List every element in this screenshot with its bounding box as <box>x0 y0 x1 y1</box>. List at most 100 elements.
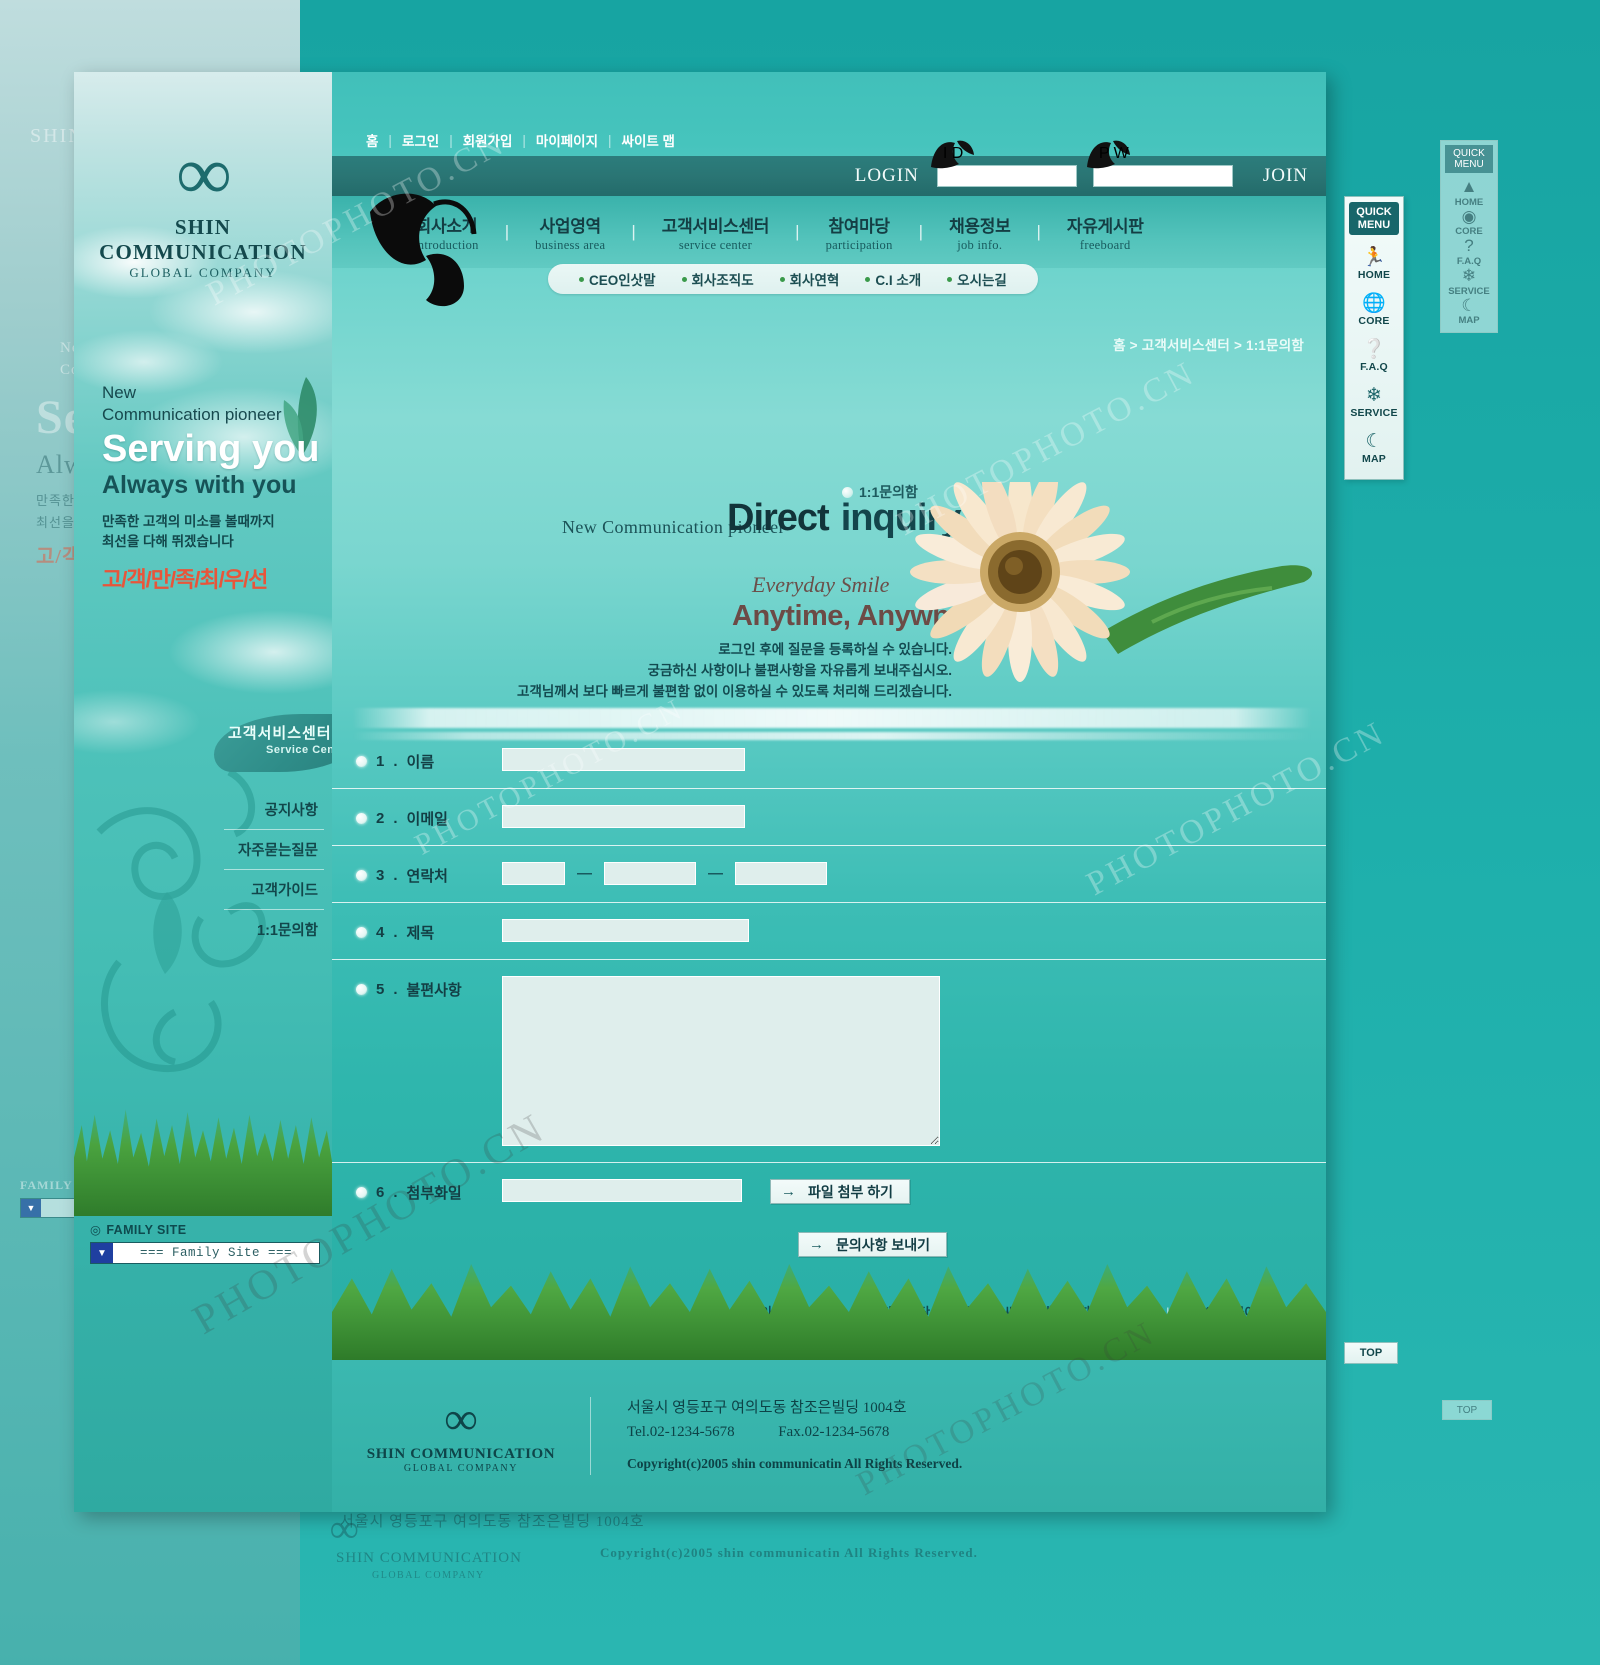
nav-divider-5: | <box>1036 222 1041 241</box>
sub-nav-item-org[interactable]: 회사조직도 <box>669 269 767 289</box>
backdrop-quick-icon-2: ? <box>1464 236 1474 256</box>
sub-nav: CEO인삿말 회사조직도 회사연혁 C.I 소개 오시는길 <box>548 264 1038 294</box>
quick-menu-item-core[interactable]: 🌐 CORE <box>1345 287 1403 333</box>
footer-logo: ∞ SHIN COMMUNICATION GLOBAL COMPANY <box>332 1393 590 1474</box>
sidebar-promo: New Communication pioneer Serving you Al… <box>102 382 332 594</box>
family-site-select[interactable]: ▼ === Family Site === <box>90 1242 320 1264</box>
inquiry-form: 1. 이름 2. 이메일 3. 연락처 ― ― 4 . 제목 5 . 불편사항 … <box>332 732 1326 1257</box>
form-label-phone: 3. 연락처 <box>356 862 502 886</box>
quick-menu-item-faq[interactable]: ❔ F.A.Q <box>1345 333 1403 379</box>
nav-item-service-center[interactable]: 고객서비스센터 service center <box>661 212 770 253</box>
chevron-down-icon[interactable]: ▼ <box>91 1243 113 1263</box>
subject-input[interactable] <box>502 919 749 942</box>
left-sidebar: ∞ SHIN COMMUNICATION GLOBAL COMPANY New … <box>74 72 359 1512</box>
bullet-dot-icon <box>865 276 871 282</box>
util-nav-join[interactable]: 회원가입 <box>453 130 523 150</box>
question-mark-icon: ❔ <box>1362 339 1386 361</box>
sub-nav-item-ci[interactable]: C.I 소개 <box>852 269 934 289</box>
footer-contact-row: Tel.02-1234-5678 Fax.02-1234-5678 <box>627 1421 962 1444</box>
scroll-to-top-button[interactable]: TOP <box>1344 1342 1398 1364</box>
form-label-attachment-num: 6 <box>376 1184 385 1201</box>
sidebar-item-inquiry[interactable]: 1:1문의함 <box>224 910 324 949</box>
nav-item-freeboard[interactable]: 자유게시판 freeboard <box>1067 212 1144 253</box>
phone-input-group: ― ― <box>502 862 827 885</box>
form-label-name-text: 이름 <box>406 754 435 771</box>
backdrop-quick-icon-3: ❄ <box>1461 266 1477 286</box>
nav-divider-4: | <box>918 222 924 241</box>
nav-item-business-area-en: business area <box>535 237 606 252</box>
form-label-phone-text: 연락처 <box>406 868 448 885</box>
name-input[interactable] <box>502 748 745 771</box>
message-textarea[interactable] <box>502 976 940 1146</box>
nav-item-introduction-en: introduction <box>414 237 479 252</box>
phone-part3-input[interactable] <box>735 862 827 885</box>
hero-divider-1 <box>352 708 1312 728</box>
quick-menu-item-map[interactable]: ☾ MAP <box>1345 425 1403 471</box>
footer-info: 서울시 영등포구 여의도동 참조은빌딩 1004호 Tel.02-1234-56… <box>590 1397 962 1475</box>
bullet-sphere-icon <box>356 756 367 767</box>
util-nav-mypage[interactable]: 마이페이지 <box>526 130 608 150</box>
login-id-input[interactable] <box>936 165 1077 187</box>
nav-item-freeboard-ko: 자유게시판 <box>1066 216 1144 236</box>
form-label-message-text: 불편사항 <box>406 982 462 999</box>
quick-menu-item-service[interactable]: ❄ SERVICE <box>1345 379 1403 425</box>
grass-decoration-footer <box>332 1264 1326 1360</box>
moon-icon: ☾ <box>1365 431 1383 453</box>
footer-address: 서울시 영등포구 여의도동 참조은빌딩 1004호 <box>627 1400 907 1417</box>
phone-part1-input[interactable] <box>502 862 565 885</box>
login-pw-tag: P W <box>1098 145 1129 162</box>
backdrop-footer-company-sub: GLOBAL COMPANY <box>372 1570 485 1581</box>
quick-menu: QUICK MENU 🏃 HOME 🌐 CORE ❔ F.A.Q ❄ SERVI… <box>1344 196 1404 481</box>
nav-item-job-info[interactable]: 채용정보 job info. <box>949 212 1011 253</box>
promo-headline: Serving you <box>102 427 320 470</box>
nav-divider-1: | <box>504 222 510 241</box>
nav-item-business-area-ko: 사업영역 <box>539 216 602 236</box>
family-site-title-row: ◎ FAMILY SITE <box>90 1222 320 1238</box>
nav-item-service-center-ko: 고객서비스센터 <box>661 216 770 236</box>
form-label-message: 5. 불편사항 <box>356 976 502 1000</box>
backdrop-footer-address: 서울시 영등포구 여의도동 참조은빌딩 1004호 <box>340 1514 645 1530</box>
bullet-dot-icon <box>579 276 584 282</box>
email-input[interactable] <box>502 805 745 828</box>
form-label-email: 2. 이메일 <box>356 805 502 829</box>
form-label-subject-num: 4 <box>376 924 385 941</box>
arrow-right-icon: → <box>809 1236 824 1253</box>
submit-inquiry-button[interactable]: → 문의사항 보내기 <box>798 1232 948 1257</box>
join-button[interactable]: JOIN <box>1263 165 1308 187</box>
sidebar-section-title-ko: 고객서비스센터 <box>228 725 332 742</box>
quick-menu-header-line2: MENU <box>1357 218 1391 231</box>
site-logo[interactable]: ∞ SHIN COMMUNICATION GLOBAL COMPANY <box>74 136 332 281</box>
quick-menu-header: QUICK MENU <box>1349 202 1399 236</box>
sidebar-item-guide[interactable]: 고객가이드 <box>224 870 324 910</box>
family-site-title: FAMILY SITE <box>106 1222 187 1237</box>
promo-slogan: 고/객/만/족/최/우/선 <box>102 566 268 592</box>
form-label-subject-text: 제목 <box>406 925 435 942</box>
bullet-icon: ◎ <box>90 1223 102 1237</box>
form-label-message-num: 5 <box>376 981 385 998</box>
globe-icon: 🌐 <box>1362 293 1386 315</box>
form-row-phone: 3. 연락처 ― ― <box>332 846 1326 903</box>
attachment-path-input[interactable] <box>502 1179 742 1202</box>
sub-nav-item-directions[interactable]: 오시는길 <box>934 269 1020 289</box>
nav-item-business-area[interactable]: 사업영역 business area <box>535 212 605 253</box>
nav-item-job-info-en: job info. <box>957 237 1003 252</box>
sub-nav-item-ceo[interactable]: CEO인삿말 <box>566 269 669 289</box>
attach-file-button[interactable]: → 파일 첨부 하기 <box>770 1179 911 1204</box>
family-site-selected-value: === Family Site === <box>113 1243 319 1263</box>
phone-part2-input[interactable] <box>604 862 696 885</box>
sidebar-item-notice[interactable]: 공지사항 <box>224 790 324 830</box>
nav-item-introduction-ko: 회사소개 <box>415 216 478 236</box>
footer-infinity-logo-icon: ∞ <box>444 1393 478 1445</box>
login-pw-input[interactable] <box>1092 165 1233 187</box>
nav-item-introduction[interactable]: 회사소개 introduction <box>414 212 479 253</box>
util-nav-home[interactable]: 홈 <box>356 130 388 150</box>
nav-item-participation[interactable]: 참여마당 participation <box>826 212 893 253</box>
form-label-subject: 4. 제목 <box>356 919 502 943</box>
sidebar-item-faq[interactable]: 자주묻는질문 <box>224 830 324 870</box>
quick-menu-item-home-label: HOME <box>1357 269 1391 282</box>
sub-nav-item-history[interactable]: 회사연혁 <box>767 269 853 289</box>
util-nav-sitemap[interactable]: 싸이트 맵 <box>612 130 685 150</box>
person-walking-icon: 🏃 <box>1362 247 1386 269</box>
util-nav-login[interactable]: 로그인 <box>392 130 449 150</box>
quick-menu-item-home[interactable]: 🏃 HOME <box>1345 241 1403 287</box>
